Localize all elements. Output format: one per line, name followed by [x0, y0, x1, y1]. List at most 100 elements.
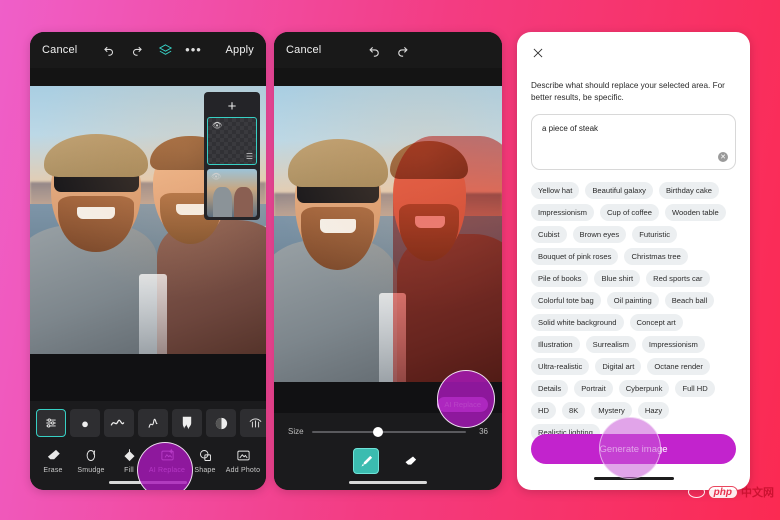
add-photo-icon [224, 445, 262, 465]
cancel-button[interactable]: Cancel [286, 44, 321, 56]
tool-label: Fill [124, 467, 134, 474]
tool-erase[interactable]: Erase [34, 445, 72, 474]
layer-item-photo[interactable]: 👁 [207, 169, 257, 217]
phone2-subbar [274, 68, 502, 86]
suggestion-chip[interactable]: Bouquet of pink roses [531, 247, 619, 265]
suggestion-chip[interactable]: Beach ball [664, 291, 715, 309]
tool-label: Erase [43, 467, 63, 474]
scribble-brush-icon[interactable] [104, 409, 134, 437]
eraser-icon[interactable] [397, 448, 423, 474]
layer-settings-icon[interactable]: ☰ [246, 152, 253, 161]
size-slider[interactable] [311, 426, 466, 437]
suggestion-chip[interactable]: Cyberpunk [618, 379, 670, 397]
watermark: php 中文网 [687, 484, 774, 500]
tool-add-photo[interactable]: Add Photo [224, 445, 262, 474]
suggestion-chip[interactable]: Brown eyes [572, 225, 627, 243]
suggestion-chip[interactable]: Digital art [595, 357, 642, 375]
size-label: Size [288, 427, 304, 436]
suggestion-chip[interactable]: Hazy [637, 401, 670, 419]
suggestion-chip[interactable]: Cubist [531, 225, 567, 243]
watermark-cn: 中文网 [741, 487, 774, 499]
tool-shape[interactable]: Shape [186, 445, 224, 474]
thin-brush-icon[interactable] [138, 409, 168, 437]
eye-icon[interactable]: 👁 [212, 121, 222, 130]
redo-icon[interactable] [392, 39, 414, 61]
suggestion-chip[interactable]: Surrealism [585, 335, 636, 353]
suggestion-chip[interactable]: Red sports car [646, 269, 710, 287]
phone1-canvas[interactable]: + 👁 ☰ 👁 [30, 86, 266, 354]
phone1-tool-row: Erase Smudge Fill AI Replace Shape Add P… [30, 439, 266, 474]
fan-brush-icon[interactable] [240, 409, 266, 437]
suggestion-chip[interactable]: Solid white background [531, 313, 624, 331]
clear-input-icon[interactable]: ✕ [718, 151, 728, 162]
layer-item-transparent[interactable]: 👁 ☰ [207, 117, 257, 165]
phone-screen-prompt: Describe what should replace your select… [517, 32, 750, 490]
brush-icon[interactable] [353, 448, 379, 474]
layer-thumb-person-left [213, 187, 232, 217]
add-layer-button[interactable]: + [207, 95, 257, 117]
shape-icon [186, 445, 224, 465]
suggestion-chip[interactable]: Concept art [629, 313, 683, 331]
suggestion-chip[interactable]: Mystery [591, 401, 632, 419]
undo-icon[interactable] [98, 39, 120, 61]
tool-ai-replace[interactable]: AI Replace [148, 445, 186, 474]
phone2-canvas[interactable] [274, 86, 502, 382]
prompt-input-value: a piece of steak [542, 123, 599, 133]
tool-smudge[interactable]: Smudge [72, 445, 110, 474]
generate-image-button[interactable]: Generate image [531, 434, 736, 464]
phone2-tool-tray: Size 36 [274, 413, 502, 490]
close-icon[interactable] [531, 46, 549, 64]
cancel-button[interactable]: Cancel [42, 44, 77, 56]
suggestion-chip[interactable]: Portrait [574, 379, 613, 397]
suggestion-chip[interactable]: 8K [561, 401, 586, 419]
suggestion-chip[interactable]: Impressionism [641, 335, 705, 353]
redo-icon[interactable] [126, 39, 148, 61]
phone1-topbar: Cancel ••• Apply [30, 32, 266, 68]
home-indicator [109, 481, 187, 484]
home-indicator [593, 477, 674, 480]
suggestion-chip[interactable]: Wooden table [665, 203, 726, 221]
prompt-input[interactable]: a piece of steak ✕ [531, 113, 736, 170]
layer-thumb-person-right [234, 187, 253, 217]
halftone-brush-icon[interactable] [206, 409, 236, 437]
layers-icon[interactable] [154, 39, 176, 61]
phone-screen-editor: Cancel ••• Apply + 👁 ☰ 👁 ● Erase Smudge … [30, 32, 266, 490]
phone2-topbar: Cancel [274, 32, 502, 68]
layers-panel[interactable]: + 👁 ☰ 👁 [204, 92, 260, 220]
suggestion-chip[interactable]: Details [531, 379, 569, 397]
suggestion-chip[interactable]: Cup of coffee [599, 203, 659, 221]
suggestion-chip[interactable]: Ultra-realistic [531, 357, 590, 375]
suggestion-chip[interactable]: Christmas tree [624, 247, 688, 265]
eye-icon[interactable]: 👁 [211, 172, 221, 181]
watermark-bubble-icon [687, 486, 705, 498]
brush-settings-icon[interactable] [36, 409, 66, 437]
suggestion-chip[interactable]: Blue shirt [594, 269, 641, 287]
tool-label: AI Replace [148, 467, 186, 474]
suggestion-chip[interactable]: Yellow hat [531, 181, 580, 199]
suggestion-chip[interactable]: Colorful tote bag [531, 291, 601, 309]
suggestion-chip[interactable]: Birthday cake [658, 181, 719, 199]
phone1-tool-tray: ● Erase Smudge Fill AI Replace Shape Add… [30, 401, 266, 490]
ai-replace-icon [148, 445, 186, 465]
suggestion-chip[interactable]: Pile of books [531, 269, 589, 287]
suggestion-chip[interactable]: Illustration [531, 335, 580, 353]
slider-knob[interactable] [373, 426, 384, 437]
suggestion-chip[interactable]: HD [531, 401, 556, 419]
more-options-icon[interactable]: ••• [182, 39, 204, 61]
prompt-panel: Describe what should replace your select… [517, 32, 750, 441]
round-brush-icon[interactable]: ● [70, 409, 100, 437]
suggestion-chip-list: Yellow hat Beautiful galaxy Birthday cake I… [531, 181, 736, 441]
suggestion-chip[interactable]: Oil painting [606, 291, 659, 309]
suggestion-chip[interactable]: Beautiful galaxy [585, 181, 653, 199]
suggestion-chip[interactable]: Octane render [647, 357, 710, 375]
drip-brush-icon[interactable] [172, 409, 202, 437]
brush-preset-row[interactable]: ● [30, 401, 266, 439]
undo-icon[interactable] [364, 39, 386, 61]
suggestion-chip[interactable]: Impressionism [531, 203, 594, 221]
suggestion-chip[interactable]: Futuristic [632, 225, 678, 243]
phone1-subbar [30, 68, 266, 86]
prompt-description: Describe what should replace your select… [531, 81, 725, 103]
apply-button[interactable]: Apply [225, 44, 254, 56]
tool-fill[interactable]: Fill [110, 445, 148, 474]
suggestion-chip[interactable]: Full HD [675, 379, 715, 397]
